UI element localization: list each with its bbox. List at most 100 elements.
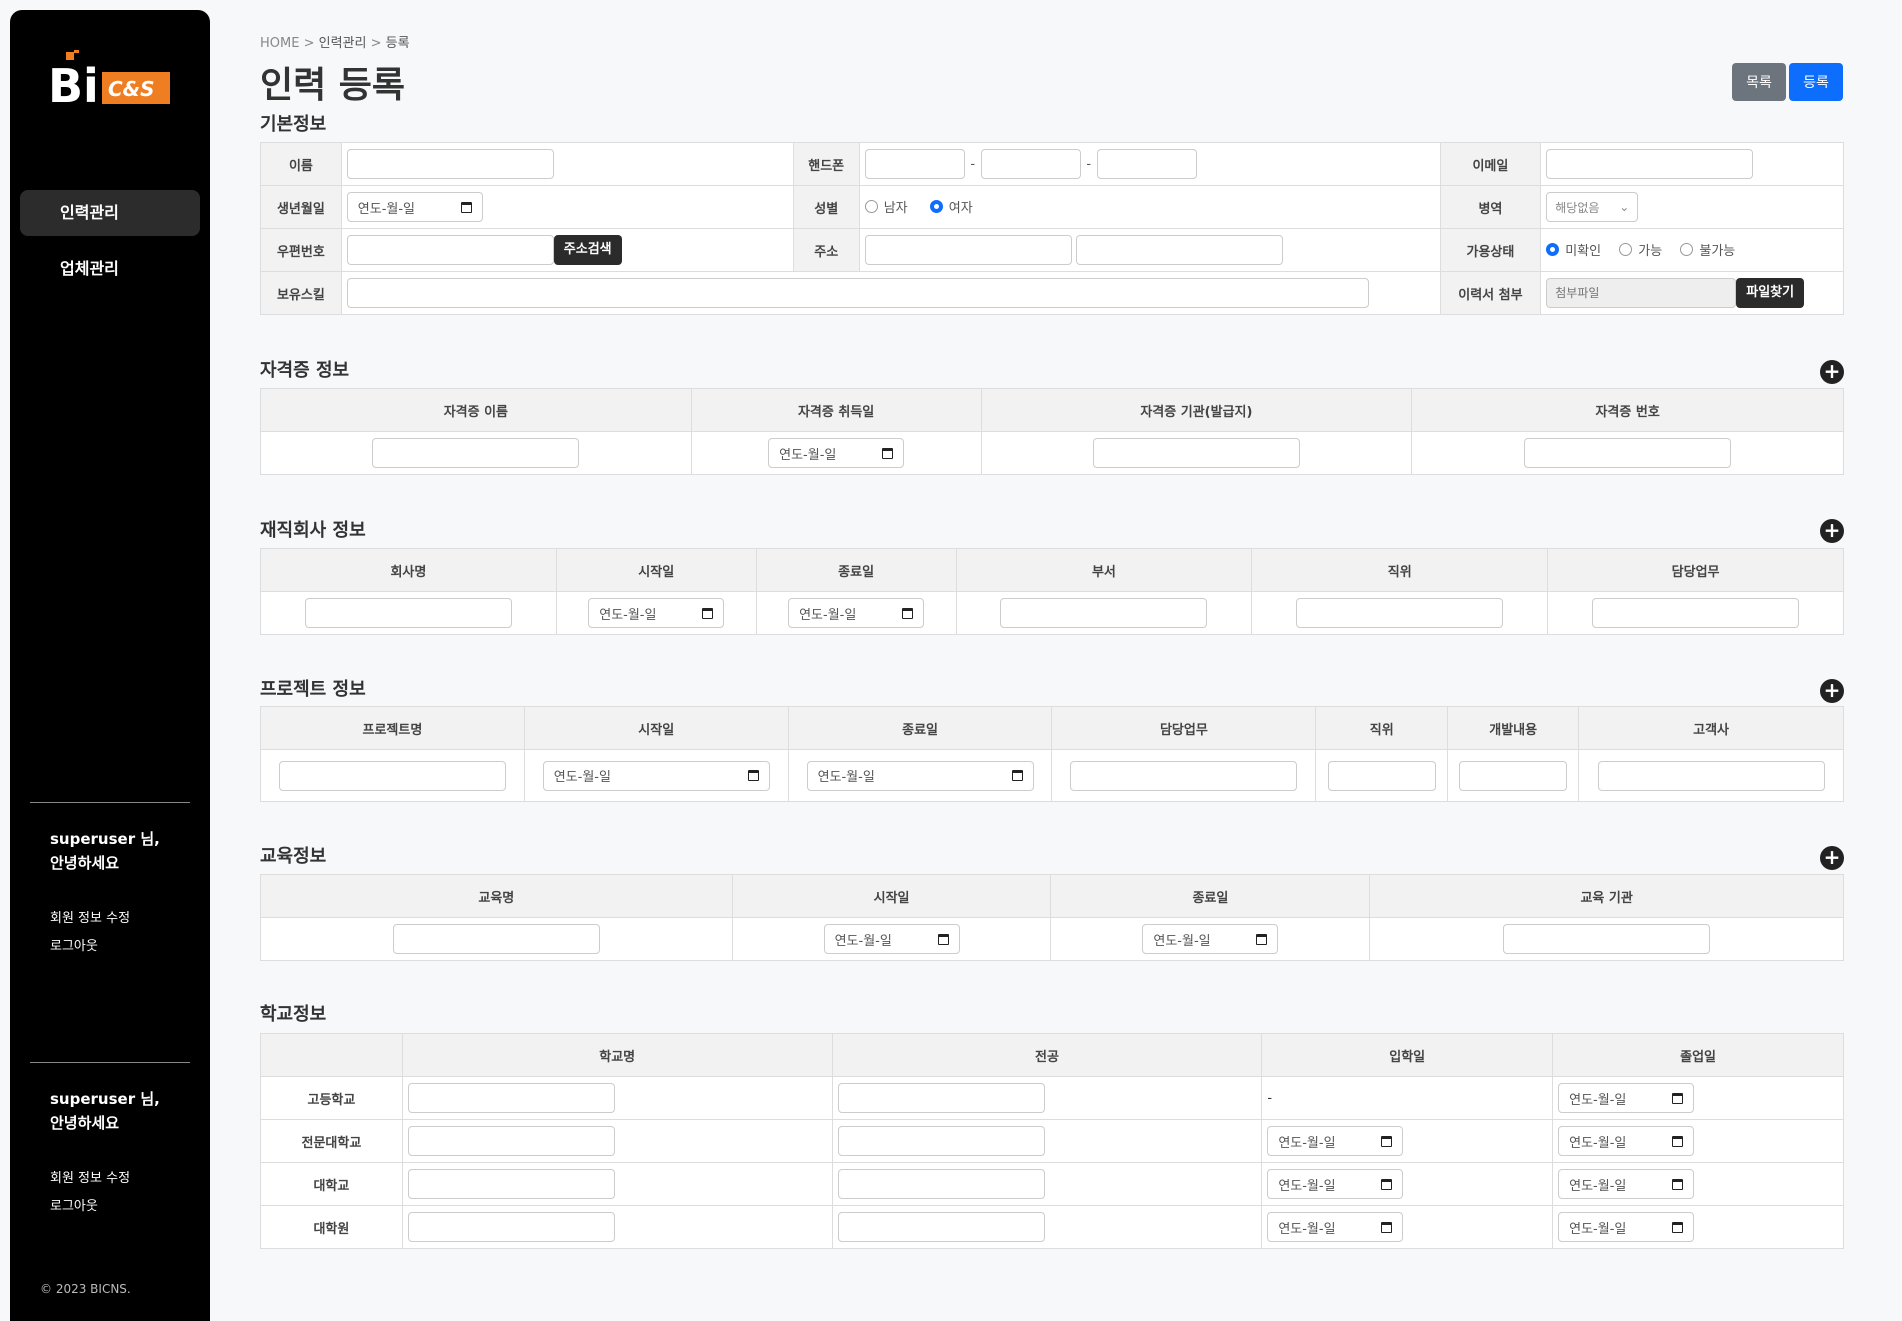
- phone-part2-input[interactable]: [980, 149, 1081, 179]
- project-dev-content-input[interactable]: [1459, 760, 1568, 791]
- edit-profile-link[interactable]: 회원 정보 수정: [50, 1165, 190, 1193]
- breadcrumb-level1[interactable]: 인력관리: [319, 36, 367, 51]
- admission-date-input[interactable]: 연도-월-일: [1267, 1169, 1404, 1199]
- email-input[interactable]: [1546, 149, 1754, 179]
- project-start-date-input[interactable]: 연도-월-일: [542, 760, 770, 791]
- label-birth: 생년월일: [260, 185, 342, 229]
- calendar-icon[interactable]: [902, 607, 914, 619]
- calendar-icon[interactable]: [1672, 1221, 1684, 1233]
- date-placeholder: 연도-월-일: [1569, 1221, 1627, 1237]
- career-start-date-input[interactable]: 연도-월-일: [588, 598, 725, 628]
- department-input[interactable]: [1000, 598, 1208, 628]
- company-name-input[interactable]: [304, 598, 512, 628]
- add-edu-plus-icon[interactable]: +: [1820, 846, 1844, 870]
- project-client-input[interactable]: [1597, 760, 1825, 791]
- major-input[interactable]: [837, 1169, 1045, 1199]
- birth-date-input[interactable]: 연도-월-일: [346, 192, 483, 222]
- cert-number-input[interactable]: [1524, 438, 1732, 468]
- sidebar-item-hr[interactable]: 인력관리: [20, 190, 200, 236]
- calendar-icon[interactable]: [460, 201, 472, 213]
- calendar-icon[interactable]: [1381, 1135, 1393, 1147]
- admission-date-input[interactable]: 연도-월-일: [1267, 1126, 1404, 1156]
- project-end-date-input[interactable]: 연도-월-일: [806, 760, 1034, 791]
- military-select[interactable]: 해당없음 ⌄: [1546, 192, 1639, 222]
- add-cert-plus-icon[interactable]: +: [1820, 360, 1844, 384]
- availability-unconfirmed-radio[interactable]: 미확인: [1546, 240, 1601, 259]
- major-input[interactable]: [837, 1212, 1045, 1242]
- calendar-icon[interactable]: [1672, 1092, 1684, 1104]
- skills-input[interactable]: [346, 278, 1369, 308]
- project-header: 프로젝트명: [260, 706, 525, 750]
- sidebar-item-company[interactable]: 업체관리: [20, 246, 200, 292]
- calendar-icon[interactable]: [702, 607, 714, 619]
- calendar-icon[interactable]: [1381, 1221, 1393, 1233]
- bics-logo[interactable]: Bi C&S: [48, 50, 178, 110]
- radio-icon: [864, 200, 878, 213]
- cert-date-input[interactable]: 연도-월-일: [768, 438, 905, 468]
- radio-icon: [1680, 243, 1694, 256]
- school-name-input[interactable]: [407, 1126, 615, 1156]
- availability-unavailable-radio[interactable]: 불가능: [1680, 240, 1735, 259]
- calendar-icon[interactable]: [747, 770, 759, 781]
- zip-input[interactable]: [346, 234, 554, 265]
- project-header: 시작일: [523, 706, 789, 750]
- calendar-icon[interactable]: [1011, 770, 1023, 781]
- resume-file-input[interactable]: [1546, 277, 1737, 308]
- graduation-date-input[interactable]: 연도-월-일: [1558, 1169, 1695, 1199]
- date-placeholder: 연도-월-일: [1278, 1221, 1336, 1237]
- school-name-input[interactable]: [407, 1212, 615, 1242]
- file-find-button[interactable]: 파일찾기: [1736, 278, 1805, 309]
- phone-part1-input[interactable]: [864, 149, 965, 179]
- select-value: 해당없음: [1555, 200, 1600, 215]
- edu-name-input[interactable]: [392, 924, 600, 954]
- major-input[interactable]: [837, 1126, 1045, 1156]
- add-career-plus-icon[interactable]: +: [1820, 519, 1844, 543]
- graduation-date-input[interactable]: 연도-월-일: [1558, 1212, 1695, 1242]
- list-button[interactable]: 목록: [1732, 63, 1786, 101]
- graduation-date-input[interactable]: 연도-월-일: [1558, 1126, 1695, 1156]
- logout-link[interactable]: 로그아웃: [50, 933, 190, 961]
- register-button[interactable]: 등록: [1789, 63, 1843, 101]
- school-row-label: 전문대학교: [260, 1119, 403, 1163]
- cert-name-input[interactable]: [372, 438, 580, 468]
- phone-part3-input[interactable]: [1096, 149, 1197, 179]
- position-input[interactable]: [1296, 598, 1504, 628]
- edu-end-date-input[interactable]: 연도-월-일: [1142, 924, 1279, 954]
- project-duty-input[interactable]: [1070, 760, 1298, 791]
- calendar-icon[interactable]: [1672, 1178, 1684, 1190]
- user-greeting: superuser 님, 안녕하세요: [50, 827, 190, 875]
- breadcrumb-home[interactable]: HOME: [260, 36, 299, 51]
- project-name-input[interactable]: [278, 760, 506, 791]
- edit-profile-link[interactable]: 회원 정보 수정: [50, 905, 190, 933]
- admission-date-input[interactable]: 연도-월-일: [1267, 1212, 1404, 1242]
- career-end-date-input[interactable]: 연도-월-일: [788, 598, 925, 628]
- calendar-icon[interactable]: [882, 447, 894, 459]
- cert-issuer-input[interactable]: [1092, 438, 1300, 468]
- duty-input[interactable]: [1592, 598, 1800, 628]
- edu-start-date-input[interactable]: 연도-월-일: [823, 924, 960, 954]
- gender-female-radio[interactable]: 여자: [929, 197, 973, 216]
- calendar-icon[interactable]: [937, 933, 949, 945]
- calendar-icon[interactable]: [1672, 1135, 1684, 1147]
- breadcrumb-level2: 등록: [385, 36, 410, 51]
- name-input[interactable]: [346, 149, 554, 179]
- add-project-plus-icon[interactable]: +: [1820, 679, 1844, 703]
- project-position-input[interactable]: [1327, 760, 1436, 791]
- career-header: 담당업무: [1547, 548, 1844, 592]
- graduation-date-input[interactable]: 연도-월-일: [1558, 1083, 1695, 1113]
- section-title-basic: 기본정보: [260, 114, 327, 135]
- address-detail-input[interactable]: [1075, 235, 1283, 265]
- logout-link[interactable]: 로그아웃: [50, 1193, 190, 1221]
- school-row-label: 고등학교: [260, 1076, 403, 1120]
- gender-male-radio[interactable]: 남자: [864, 197, 908, 216]
- address-input[interactable]: [864, 235, 1072, 265]
- address-search-button[interactable]: 주소검색: [553, 235, 622, 266]
- school-name-input[interactable]: [407, 1083, 615, 1113]
- edu-institution-input[interactable]: [1503, 924, 1711, 954]
- major-input[interactable]: [837, 1083, 1045, 1113]
- career-header: 종료일: [755, 548, 957, 592]
- availability-available-radio[interactable]: 가능: [1619, 240, 1662, 259]
- calendar-icon[interactable]: [1256, 933, 1268, 945]
- calendar-icon[interactable]: [1381, 1178, 1393, 1190]
- school-name-input[interactable]: [407, 1169, 615, 1199]
